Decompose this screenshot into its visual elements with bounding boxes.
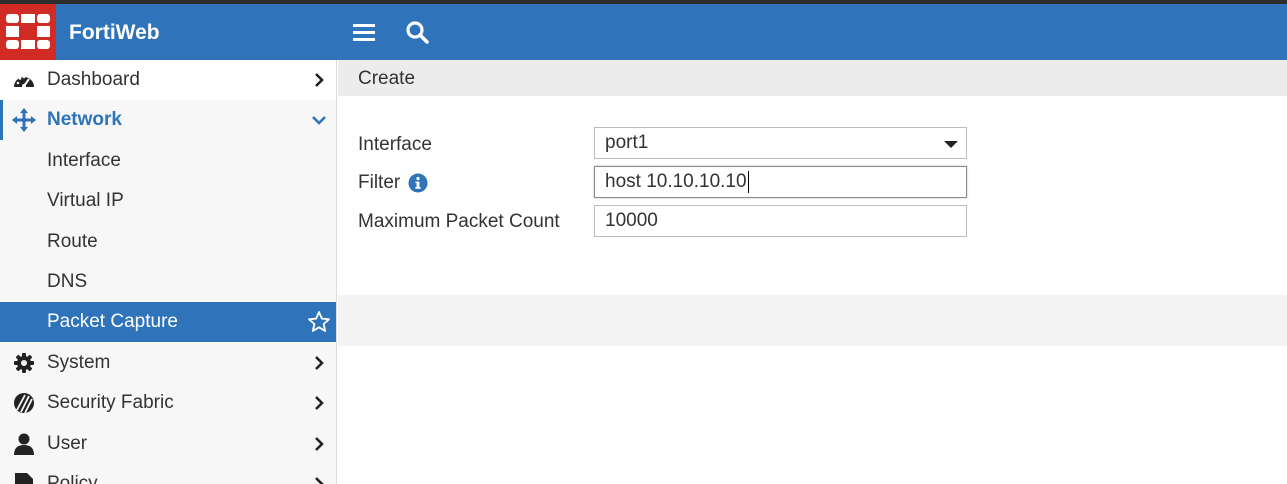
max-packet-count-label: Maximum Packet Count bbox=[358, 211, 560, 233]
arrows-move-icon bbox=[12, 108, 36, 132]
brand-name: FortiWeb bbox=[69, 21, 160, 44]
sidebar: Dashboard Network Interface Virtual IP R… bbox=[0, 60, 337, 484]
form-footer bbox=[338, 295, 1287, 346]
filter-input-value: host 10.10.10.10 bbox=[605, 171, 747, 192]
gear-icon bbox=[12, 351, 36, 375]
top-header-bar: FortiWeb bbox=[0, 4, 1287, 60]
info-icon[interactable] bbox=[408, 173, 428, 193]
sidebar-item-network[interactable]: Network bbox=[0, 100, 336, 140]
chevron-down-icon bbox=[312, 116, 326, 125]
sidebar-item-label: DNS bbox=[47, 271, 88, 292]
sidebar-item-label: Network bbox=[47, 109, 122, 130]
interface-label-text: Interface bbox=[358, 134, 432, 155]
sidebar-item-system[interactable]: System bbox=[0, 343, 336, 383]
interface-label: Interface bbox=[358, 134, 432, 156]
sidebar-item-interface[interactable]: Interface bbox=[0, 141, 336, 181]
interface-select[interactable]: port1 bbox=[594, 127, 967, 159]
sidebar-item-label: Dashboard bbox=[47, 69, 140, 90]
sidebar-item-label: Virtual IP bbox=[47, 190, 124, 211]
sidebar-item-dns[interactable]: DNS bbox=[0, 262, 336, 302]
sidebar-item-policy[interactable]: Policy bbox=[0, 464, 336, 484]
chevron-right-icon bbox=[315, 477, 324, 484]
max-packet-count-value: 10000 bbox=[605, 210, 658, 231]
sidebar-item-label: User bbox=[47, 433, 88, 454]
max-packet-count-input[interactable]: 10000 bbox=[594, 205, 967, 237]
security-fabric-icon bbox=[12, 391, 36, 415]
sidebar-item-label: Packet Capture bbox=[47, 311, 178, 332]
hamburger-menu-icon[interactable] bbox=[353, 22, 375, 42]
search-icon[interactable] bbox=[405, 20, 429, 44]
page-title: Create bbox=[358, 68, 416, 89]
chevron-right-icon bbox=[315, 396, 324, 410]
user-icon bbox=[12, 432, 36, 456]
dropdown-arrow-icon bbox=[944, 141, 958, 148]
sidebar-item-dashboard[interactable]: Dashboard bbox=[0, 60, 336, 100]
sidebar-item-route[interactable]: Route bbox=[0, 222, 336, 262]
sidebar-item-label: System bbox=[47, 352, 111, 373]
text-caret bbox=[747, 171, 749, 193]
main-content: Create Interface port1 Filter host 10.10… bbox=[338, 60, 1287, 484]
interface-select-value: port1 bbox=[605, 132, 649, 153]
sidebar-item-label: Route bbox=[47, 231, 98, 252]
sidebar-item-security-fabric[interactable]: Security Fabric bbox=[0, 383, 336, 423]
sidebar-item-virtual-ip[interactable]: Virtual IP bbox=[0, 181, 336, 221]
filter-input[interactable]: host 10.10.10.10 bbox=[594, 166, 967, 198]
filter-label: Filter bbox=[358, 172, 428, 194]
fortinet-logo-icon[interactable] bbox=[0, 4, 56, 60]
document-icon bbox=[12, 472, 36, 484]
sidebar-item-packet-capture[interactable]: Packet Capture bbox=[0, 302, 336, 342]
sidebar-item-label: Security Fabric bbox=[47, 392, 174, 413]
star-icon[interactable] bbox=[307, 310, 331, 334]
sidebar-item-user[interactable]: User bbox=[0, 424, 336, 464]
chevron-right-icon bbox=[315, 73, 324, 87]
chevron-right-icon bbox=[315, 356, 324, 370]
sidebar-item-label: Policy bbox=[47, 473, 98, 484]
dashboard-gauge-icon bbox=[12, 68, 36, 92]
filter-label-text: Filter bbox=[358, 172, 401, 193]
form-header: Create bbox=[338, 60, 1287, 96]
chevron-right-icon bbox=[315, 437, 324, 451]
max-packet-count-label-text: Maximum Packet Count bbox=[358, 211, 560, 232]
sidebar-item-label: Interface bbox=[47, 150, 121, 171]
